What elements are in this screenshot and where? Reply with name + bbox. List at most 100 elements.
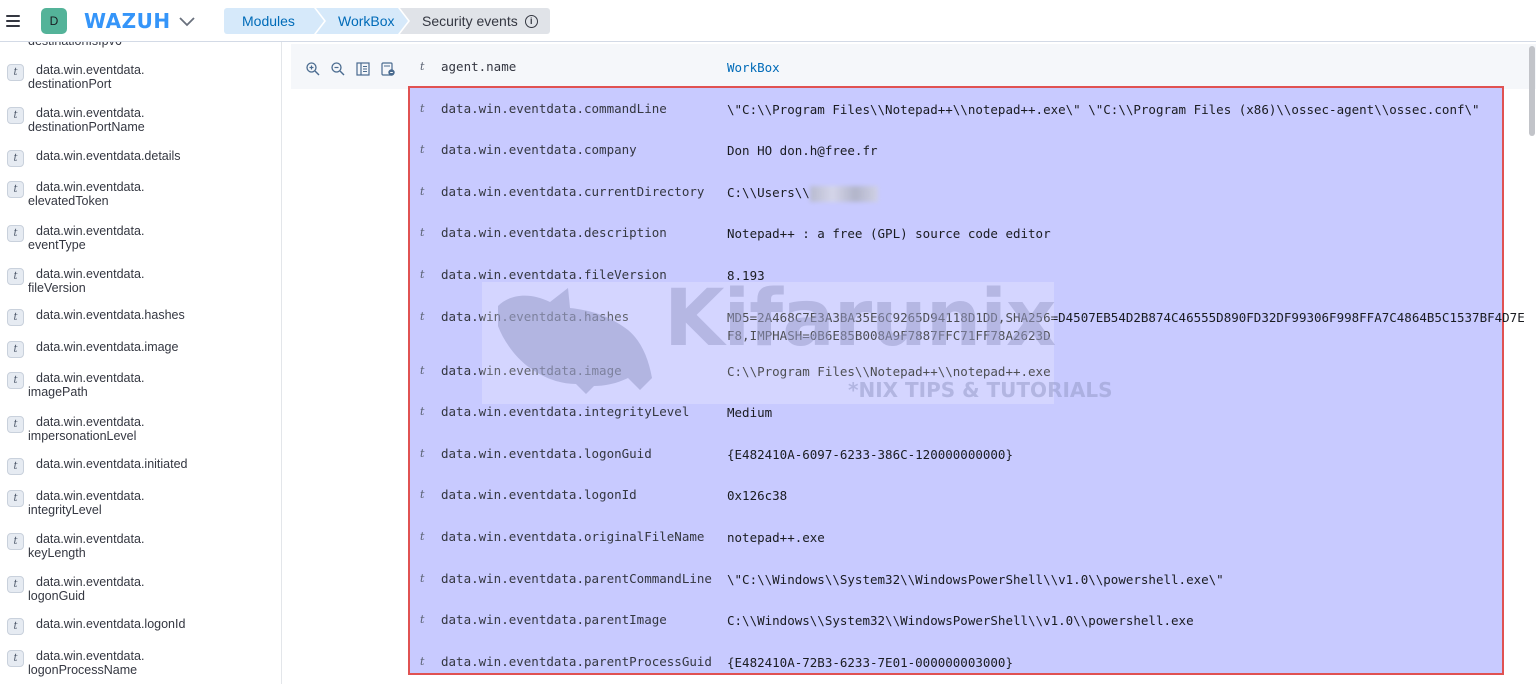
sidebar-field-label: destinationIsIpv6 <box>28 42 122 48</box>
string-type-icon: t <box>420 530 425 543</box>
sidebar-field-label: data.win.eventdata. <box>36 415 145 429</box>
sidebar-field-partial[interactable]: destinationIsIpv6 <box>0 42 280 48</box>
doc-field-name: data.win.eventdata.description <box>441 225 667 240</box>
doc-field-row: t agent.name WorkBox <box>420 57 1530 77</box>
sidebar-field-label: data.win.eventdata. <box>36 106 145 120</box>
doc-field-row: t data.win.eventdata.hashes MD5=2A468C7E3A… <box>420 307 1530 343</box>
sidebar-field-item[interactable]: t data.win.eventdata. elevatedToken <box>0 179 280 209</box>
breadcrumb-modules[interactable]: Modules <box>224 8 324 34</box>
doc-field-value: 0x126c38 <box>727 488 788 503</box>
doc-field-value: {E482410A-72B3-6233-7E01-000000003000} <box>727 655 1013 670</box>
sidebar-field-label: data.win.eventdata.details <box>36 149 181 163</box>
doc-field-value: Notepad++ : a free (GPL) source code edi… <box>727 226 1051 241</box>
breadcrumb-workbox[interactable]: WorkBox <box>316 8 408 34</box>
string-type-icon: t <box>420 572 425 585</box>
sidebar-field-item[interactable]: t data.win.eventdata. destinationPort <box>0 62 280 92</box>
sidebar-field-label: data.win.eventdata. <box>36 267 145 281</box>
sidebar-field-item[interactable]: t data.win.eventdata. fileVersion <box>0 266 280 296</box>
string-type-icon: t <box>7 64 24 81</box>
sidebar-field-item[interactable]: t data.win.eventdata. keyLength <box>0 531 280 561</box>
string-type-icon: t <box>420 364 425 377</box>
sidebar-field-item[interactable]: t data.win.eventdata. integrityLevel <box>0 488 280 518</box>
doc-field-name: data.win.eventdata.fileVersion <box>441 267 667 282</box>
sidebar-field-label-cont: eventType <box>28 238 86 252</box>
doc-field-value: C:\\Windows\\System32\\WindowsPowerShell… <box>727 613 1194 628</box>
string-type-icon: t <box>7 309 24 326</box>
breadcrumb-label: WorkBox <box>338 13 395 29</box>
sidebar-field-item[interactable]: t data.win.eventdata.initiated <box>0 456 280 475</box>
doc-field-value: Don HO don.h@free.fr <box>727 143 878 158</box>
sidebar-field-label: data.win.eventdata. <box>36 63 145 77</box>
space-avatar[interactable]: D <box>41 7 67 34</box>
sidebar-field-label-cont: integrityLevel <box>28 503 102 517</box>
string-type-icon: t <box>7 416 24 433</box>
scrollbar[interactable] <box>1528 44 1536 684</box>
sidebar-field-label-cont: imagePath <box>28 385 88 399</box>
sidebar-field-label: data.win.eventdata. <box>36 575 145 589</box>
info-icon[interactable]: i <box>524 14 538 28</box>
doc-field-name: data.win.eventdata.parentCommandLine <box>441 571 712 586</box>
scrollbar-thumb[interactable] <box>1529 46 1535 136</box>
wazuh-logo[interactable]: WAZUH <box>84 9 171 33</box>
doc-field-name: agent.name <box>441 59 517 74</box>
sidebar-field-label: data.win.eventdata.image <box>36 340 179 354</box>
doc-field-name: data.win.eventdata.image <box>441 363 622 378</box>
sidebar-field-item[interactable]: t data.win.eventdata. logonGuid <box>0 574 280 604</box>
doc-field-row: t data.win.eventdata.parentCommandLine \"C… <box>420 569 1530 589</box>
sidebar-field-item[interactable]: t data.win.eventdata. imagePath <box>0 370 280 400</box>
doc-field-actions <box>305 61 396 77</box>
sidebar-field-item[interactable]: t data.win.eventdata. impersonationLevel <box>0 414 280 444</box>
doc-field-value[interactable]: WorkBox <box>727 59 780 77</box>
doc-field-name: data.win.eventdata.integrityLevel <box>441 404 690 419</box>
sidebar-field-label: data.win.eventdata. <box>36 371 145 385</box>
doc-field-row: t data.win.eventdata.parentProcessGuid {E4… <box>420 652 1530 672</box>
sidebar-field-item[interactable]: t data.win.eventdata. destinationPortName <box>0 105 280 135</box>
string-type-icon: t <box>420 226 425 239</box>
chevron-down-icon[interactable] <box>177 11 197 31</box>
sidebar-field-label: data.win.eventdata. <box>36 180 145 194</box>
string-type-icon: t <box>420 60 425 73</box>
sidebar-field-item[interactable]: t data.win.eventdata.image <box>0 339 280 358</box>
sidebar-field-label-cont: elevatedToken <box>28 194 109 208</box>
filter-exists-icon[interactable] <box>380 61 396 77</box>
doc-field-row: t data.win.eventdata.description Notepad++… <box>420 223 1530 243</box>
sidebar-field-item[interactable]: t data.win.eventdata.logonId <box>0 616 280 635</box>
sidebar-field-label-cont: keyLength <box>28 546 86 560</box>
string-type-icon: t <box>7 576 24 593</box>
toggle-column-icon[interactable] <box>355 61 371 77</box>
sidebar-field-item[interactable]: t data.win.eventdata.hashes <box>0 307 280 326</box>
doc-field-name: data.win.eventdata.company <box>441 142 637 157</box>
doc-field-row: t data.win.eventdata.commandLine \"C:\\Pro… <box>420 99 1530 119</box>
zoom-in-icon[interactable] <box>305 61 321 77</box>
sidebar-field-label-cont: logonGuid <box>28 589 85 603</box>
sidebar-field-label-cont: destinationPortName <box>28 120 145 134</box>
sidebar-field-label-cont: fileVersion <box>28 281 86 295</box>
string-type-icon: t <box>7 225 24 242</box>
hamburger-menu-icon[interactable] <box>6 14 20 27</box>
top-header: D WAZUH Modules WorkBox Security events … <box>0 0 1536 42</box>
sidebar-field-item[interactable]: t data.win.eventdata. eventType <box>0 223 280 253</box>
breadcrumb: Modules WorkBox Security events i <box>224 8 550 34</box>
doc-field-name: data.win.eventdata.commandLine <box>441 101 667 116</box>
string-type-icon: t <box>7 268 24 285</box>
doc-field-name: data.win.eventdata.currentDirectory <box>441 184 705 199</box>
string-type-icon: t <box>7 650 24 667</box>
doc-field-name: data.win.eventdata.originalFileName <box>441 529 705 544</box>
zoom-out-icon[interactable] <box>330 61 346 77</box>
sidebar-field-label-cont: destinationPort <box>28 77 112 91</box>
string-type-icon: t <box>7 458 24 475</box>
doc-field-name: data.win.eventdata.logonId <box>441 487 637 502</box>
doc-field-value: \"C:\\Windows\\System32\\WindowsPowerShe… <box>727 572 1224 587</box>
sidebar-field-item[interactable]: t data.win.eventdata.details <box>0 148 280 167</box>
doc-field-value: C:\\Program Files\\Notepad++\\notepad++.… <box>727 364 1051 379</box>
string-type-icon: t <box>420 185 425 198</box>
breadcrumb-label: Security events <box>422 13 518 29</box>
doc-field-name: data.win.eventdata.parentProcessGuid <box>441 654 712 669</box>
string-type-icon: t <box>7 341 24 358</box>
sidebar-field-item[interactable]: t data.win.eventdata. logonProcessName <box>0 648 280 678</box>
string-type-icon: t <box>420 268 425 281</box>
doc-field-value: MD5=2A468C7E3A3BA35E6C9265D94118D1DD,SHA… <box>727 310 1525 343</box>
doc-field-value: \"C:\\Program Files\\Notepad++\\notepad+… <box>727 102 1480 117</box>
string-type-icon: t <box>7 150 24 167</box>
doc-field-row: t data.win.eventdata.company Don HO don.h@… <box>420 140 1530 160</box>
